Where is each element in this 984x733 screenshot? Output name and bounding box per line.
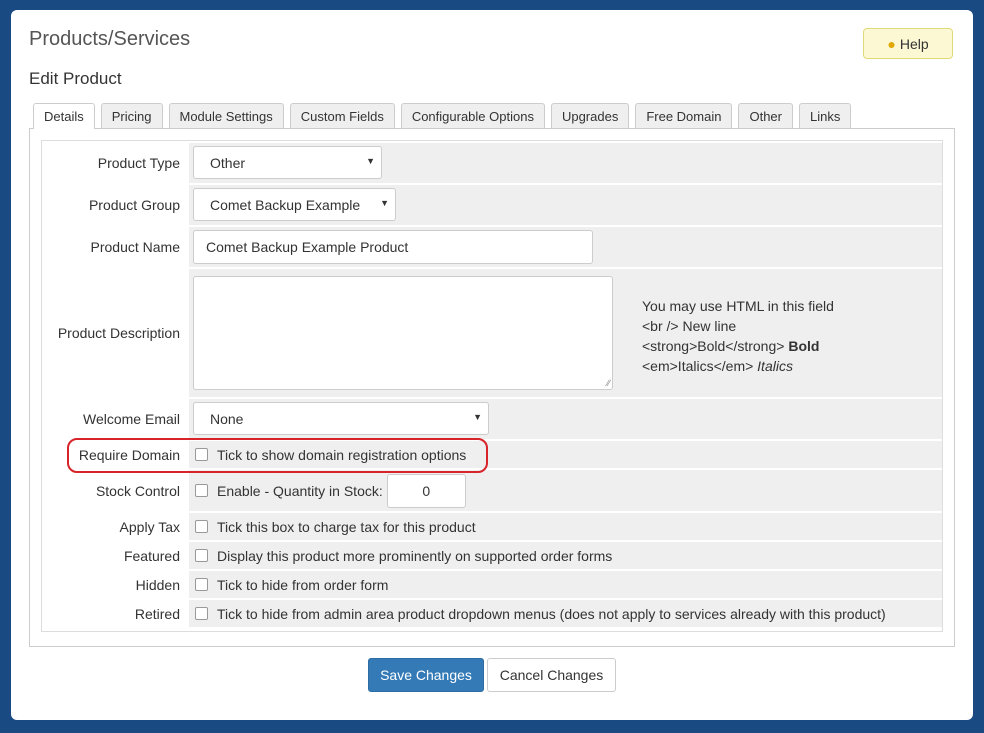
hint-line-4: <em>Italics</em> Italics xyxy=(642,356,834,376)
tab-module-settings[interactable]: Module Settings xyxy=(168,103,284,128)
stock-control-row: Stock Control Enable - Quantity in Stock… xyxy=(42,470,942,511)
product-name-row: Product Name Comet Backup Example Produc… xyxy=(42,227,942,267)
hidden-text: Tick to hide from order form xyxy=(217,576,389,593)
hint-bold-code: <strong>Bold</strong> xyxy=(642,338,785,354)
featured-text: Display this product more prominently on… xyxy=(217,547,613,564)
welcome-email-value: None xyxy=(210,410,244,427)
hint-line-1: You may use HTML in this field xyxy=(642,298,834,314)
apply-tax-text: Tick this box to charge tax for this pro… xyxy=(217,518,476,535)
cancel-changes-button[interactable]: Cancel Changes xyxy=(487,658,616,692)
tab-custom-fields[interactable]: Custom Fields xyxy=(289,103,395,128)
apply-tax-checkbox[interactable] xyxy=(195,520,208,533)
product-type-select[interactable]: Other ▼ xyxy=(193,146,382,179)
lightbulb-icon: ● xyxy=(887,35,896,52)
product-description-textarea[interactable]: ∕∕ xyxy=(193,276,613,390)
stock-quantity-input[interactable]: 0 xyxy=(386,473,466,508)
retired-label: Retired xyxy=(42,600,187,627)
product-name-label: Product Name xyxy=(42,227,187,267)
help-button[interactable]: ● Help xyxy=(863,28,953,59)
hidden-checkbox[interactable] xyxy=(195,578,208,591)
product-group-select[interactable]: Comet Backup Example ▼ xyxy=(193,188,396,221)
stock-control-label: Stock Control xyxy=(42,470,187,511)
stock-control-text: Enable - Quantity in Stock: xyxy=(217,482,383,499)
product-group-row: Product Group Comet Backup Example ▼ xyxy=(42,185,942,225)
product-group-value: Comet Backup Example xyxy=(210,196,361,213)
hint-italic-code: <em>Italics</em> xyxy=(642,358,754,374)
chevron-down-icon: ▼ xyxy=(380,198,389,208)
tab-free-domain[interactable]: Free Domain xyxy=(635,103,733,128)
product-description-row: Product Description ∕∕ You may use HTML … xyxy=(42,269,942,397)
product-type-row: Product Type Other ▼ xyxy=(42,143,942,183)
require-domain-text: Tick to show domain registration options xyxy=(217,446,467,463)
product-group-label: Product Group xyxy=(42,185,187,225)
tab-links[interactable]: Links xyxy=(798,103,852,128)
product-name-input[interactable]: Comet Backup Example Product xyxy=(193,230,593,264)
welcome-email-row: Welcome Email None ▼ xyxy=(42,399,942,439)
tab-pricing[interactable]: Pricing xyxy=(100,103,163,128)
hint-line-2: <br /> New line xyxy=(642,318,737,334)
tab-upgrades[interactable]: Upgrades xyxy=(550,103,630,128)
retired-text: Tick to hide from admin area product dro… xyxy=(217,605,886,622)
main-card: Products/Services Edit Product ● Help De… xyxy=(11,10,973,720)
help-label: Help xyxy=(899,35,929,52)
html-hint: You may use HTML in this field <br /> Ne… xyxy=(642,296,834,376)
hint-line-3: <strong>Bold</strong> Bold xyxy=(642,336,834,356)
featured-label: Featured xyxy=(42,542,187,569)
tab-other[interactable]: Other xyxy=(738,103,793,128)
require-domain-row: Require Domain Tick to show domain regis… xyxy=(42,441,942,468)
product-description-label: Product Description xyxy=(42,269,187,397)
product-type-label: Product Type xyxy=(42,143,187,183)
product-form: Product Type Other ▼ Product Group Comet… xyxy=(41,140,943,632)
resize-grip-icon[interactable]: ∕∕ xyxy=(607,378,610,388)
apply-tax-row: Apply Tax Tick this box to charge tax fo… xyxy=(42,513,942,540)
product-type-value: Other xyxy=(210,154,246,171)
hint-bold-demo: Bold xyxy=(788,338,820,354)
hidden-label: Hidden xyxy=(42,571,187,598)
chevron-down-icon: ▼ xyxy=(366,156,375,166)
tab-bar: Details Pricing Module Settings Custom F… xyxy=(33,103,852,129)
chevron-down-icon: ▼ xyxy=(473,412,482,422)
hidden-row: Hidden Tick to hide from order form xyxy=(42,571,942,598)
retired-row: Retired Tick to hide from admin area pro… xyxy=(42,600,942,627)
welcome-email-label: Welcome Email xyxy=(42,399,187,439)
apply-tax-label: Apply Tax xyxy=(42,513,187,540)
stock-control-checkbox[interactable] xyxy=(195,484,208,497)
page-title: Products/Services xyxy=(29,28,191,50)
details-panel: Product Type Other ▼ Product Group Comet… xyxy=(29,128,955,647)
featured-row: Featured Display this product more promi… xyxy=(42,542,942,569)
section-title: Edit Product xyxy=(29,69,122,88)
require-domain-checkbox[interactable] xyxy=(195,448,208,461)
retired-checkbox[interactable] xyxy=(195,607,208,620)
require-domain-label: Require Domain xyxy=(42,441,187,468)
tab-details[interactable]: Details xyxy=(33,103,95,129)
save-changes-button[interactable]: Save Changes xyxy=(368,658,484,692)
tab-configurable-options[interactable]: Configurable Options xyxy=(400,103,545,128)
hint-italic-demo: Italics xyxy=(757,358,793,374)
welcome-email-select[interactable]: None ▼ xyxy=(193,402,489,435)
featured-checkbox[interactable] xyxy=(195,549,208,562)
